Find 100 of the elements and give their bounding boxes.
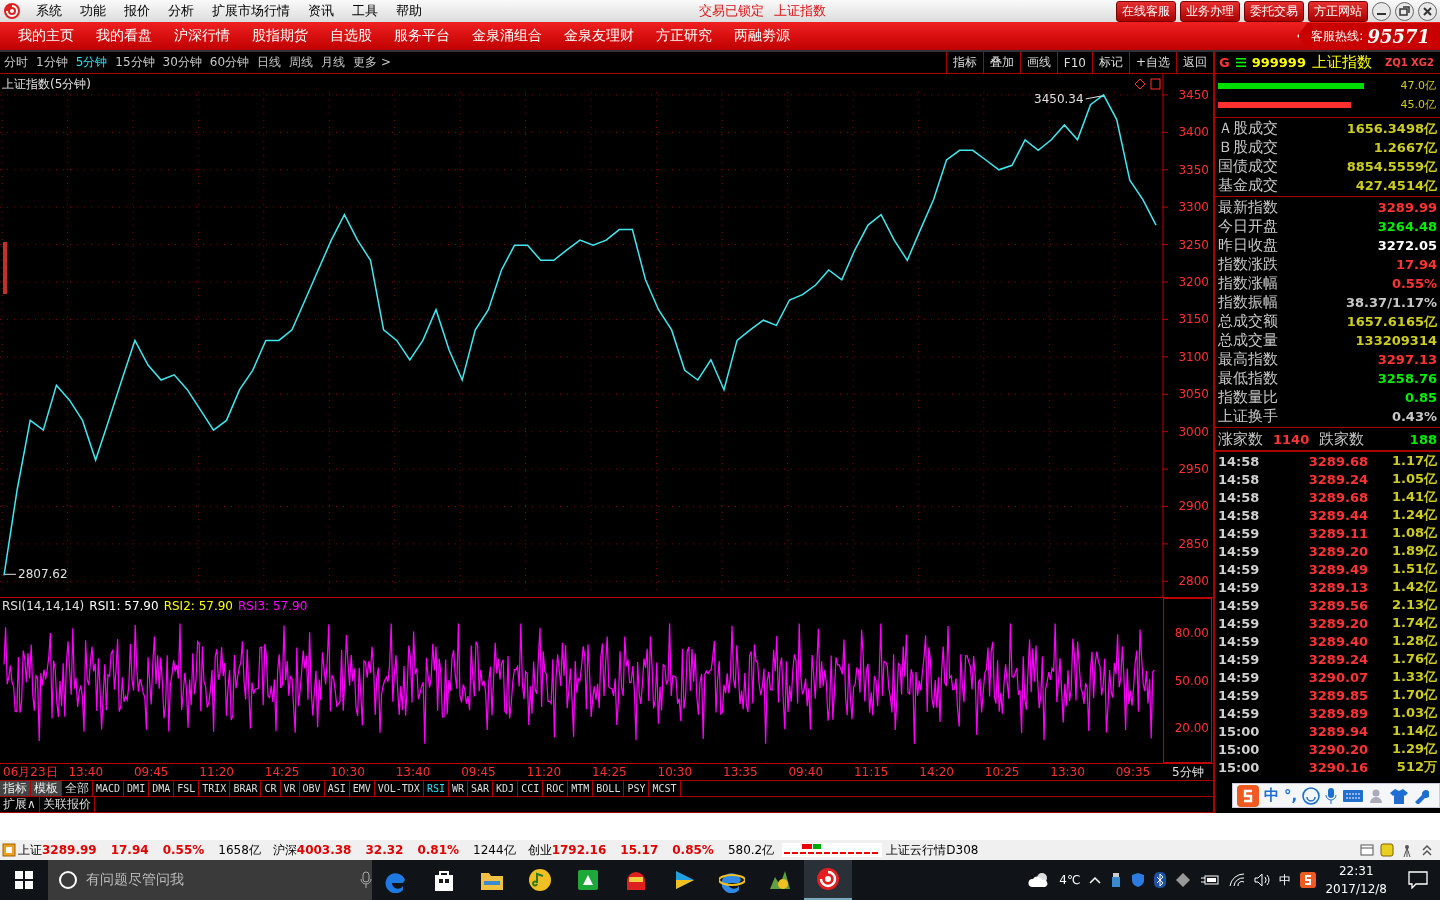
nav-tab[interactable]: 自选股	[319, 27, 383, 45]
indicator-tab[interactable]: MTM	[568, 781, 594, 796]
tool-button[interactable]: +自选	[1128, 52, 1176, 73]
indicator-tab[interactable]: DMA	[149, 781, 175, 796]
indicator-tab[interactable]: DMI	[124, 781, 150, 796]
indicator-tab[interactable]: ROC	[543, 781, 569, 796]
coin-icon[interactable]	[1380, 843, 1394, 857]
restore-icon[interactable]	[1395, 1, 1414, 21]
indicator-tab[interactable]: BOLL	[593, 781, 625, 796]
battery-icon[interactable]	[1200, 873, 1221, 887]
period-tab[interactable]: 分时	[0, 54, 32, 71]
toolbar-button[interactable]: 方正网站	[1308, 0, 1368, 22]
shirt-icon[interactable]	[1390, 787, 1409, 804]
indicator-tab[interactable]: MACD	[93, 781, 125, 796]
indicator-tab[interactable]: VOL-TDX	[374, 781, 424, 796]
menu-item[interactable]: 扩展市场行情	[203, 2, 299, 20]
microphone-icon[interactable]	[360, 871, 372, 889]
indicator-tab[interactable]: CR	[261, 781, 281, 796]
indicator-tab[interactable]: VR	[280, 781, 300, 796]
layout-icon[interactable]	[1360, 843, 1374, 857]
toolbar-button[interactable]: 在线客服	[1116, 0, 1176, 22]
panel-icon[interactable]	[1150, 78, 1161, 90]
indicator-tab[interactable]: TRIX	[199, 781, 231, 796]
nav-tab[interactable]: 股指期货	[241, 27, 319, 45]
diamond-icon[interactable]	[1134, 78, 1146, 90]
antenna-icon[interactable]	[1400, 843, 1414, 857]
window-icon[interactable]	[2, 843, 16, 857]
period-tab[interactable]: 1分钟	[32, 54, 72, 71]
microphone-icon[interactable]	[1325, 786, 1338, 805]
swirl-app-icon[interactable]	[815, 866, 841, 892]
volume-icon[interactable]	[1254, 873, 1271, 887]
menu-item[interactable]: 系统	[27, 2, 71, 20]
nav-tab[interactable]: 方正研究	[645, 27, 723, 45]
nav-tab[interactable]: 两融劵源	[723, 27, 801, 45]
period-tab[interactable]: 15分钟	[111, 54, 159, 71]
extra-tab[interactable]: 关联报价	[39, 797, 95, 812]
tool-button[interactable]: 叠加	[982, 52, 1020, 73]
nav-tab[interactable]: 我的看盘	[85, 27, 163, 45]
menu-item[interactable]: 功能	[71, 2, 115, 20]
indicator-tab[interactable]: PSY	[624, 781, 650, 796]
toolbar-button[interactable]: 业务办理	[1180, 0, 1240, 22]
indicator-tab[interactable]: OBV	[299, 781, 325, 796]
wrench-icon[interactable]	[1413, 787, 1430, 804]
menu-item[interactable]: 分析	[159, 2, 203, 20]
search-field[interactable]: 有问题尽管问我	[48, 860, 372, 900]
nav-tab[interactable]: 金泉友理财	[553, 27, 645, 45]
usb-icon[interactable]	[1110, 872, 1123, 888]
indicator-button[interactable]: 模板	[31, 781, 62, 796]
nav-tab[interactable]: 金泉涌组合	[461, 27, 553, 45]
notification-icon[interactable]	[1408, 871, 1428, 889]
indicator-tab[interactable]: RSI	[423, 781, 449, 796]
music-icon[interactable]	[527, 867, 553, 893]
keyboard-icon[interactable]	[1342, 788, 1365, 803]
minimize-icon[interactable]	[1372, 1, 1391, 21]
menu-item[interactable]: 资讯	[299, 2, 343, 20]
indicator-tab[interactable]: CCI	[518, 781, 544, 796]
ime-mode[interactable]: 中	[1264, 786, 1279, 805]
indicator-tab[interactable]: MCST	[649, 781, 681, 796]
tool-button[interactable]: 返回	[1176, 52, 1213, 73]
bluetooth-icon[interactable]	[1154, 872, 1167, 888]
ime-logo-icon[interactable]	[1300, 872, 1317, 888]
shield-icon[interactable]	[1131, 872, 1146, 888]
tool-button[interactable]: 指标	[945, 52, 983, 73]
menu-item[interactable]: 报价	[115, 2, 159, 20]
input-mode[interactable]: 中	[1279, 871, 1292, 889]
tool-button[interactable]: 画线	[1019, 52, 1057, 73]
chevrons-up-icon[interactable]	[1420, 843, 1434, 857]
indicator-tab[interactable]: SAR	[468, 781, 494, 796]
indicator-button[interactable]: 指标	[0, 781, 31, 796]
smiley-icon[interactable]	[1302, 786, 1321, 805]
period-tab[interactable]: 30分钟	[158, 54, 206, 71]
period-tab[interactable]: 更多 >	[349, 54, 395, 71]
close-icon[interactable]	[1418, 1, 1437, 21]
diamond-icon[interactable]	[1175, 872, 1192, 888]
menu-item[interactable]: 帮助	[387, 2, 431, 20]
tool-button[interactable]: F10	[1056, 52, 1092, 73]
menu-icon[interactable]	[1235, 58, 1246, 67]
windows-start-icon[interactable]	[15, 871, 33, 889]
period-tab[interactable]: 60分钟	[205, 54, 254, 71]
period-tab[interactable]: 日线	[253, 54, 286, 71]
extra-tab[interactable]: 扩展∧	[0, 797, 40, 812]
indicator-tab[interactable]: FSL	[174, 781, 200, 796]
period-tab[interactable]: 周线	[285, 54, 318, 71]
indicator-tab[interactable]: WR	[448, 781, 468, 796]
period-tab[interactable]: 月线	[317, 54, 350, 71]
indicator-tab[interactable]: 全部	[62, 781, 93, 796]
wifi-icon[interactable]	[1229, 873, 1246, 887]
indicator-tab[interactable]: BRAR	[230, 781, 262, 796]
clock[interactable]: 22:31 2017/12/8	[1325, 862, 1387, 898]
period-tab[interactable]: 5分钟	[71, 54, 112, 71]
indicator-tab[interactable]: KDJ	[493, 781, 519, 796]
menu-item[interactable]: 工具	[343, 2, 387, 20]
tool-button[interactable]: 标记	[1091, 52, 1129, 73]
nav-tab[interactable]: 沪深行情	[163, 27, 241, 45]
toolbar-button[interactable]: 委托交易	[1244, 0, 1304, 22]
indicator-tab[interactable]: ASI	[324, 781, 350, 796]
chevron-up-icon[interactable]	[1089, 876, 1102, 884]
nav-tab[interactable]: 服务平台	[383, 27, 461, 45]
scroll-handle[interactable]	[3, 242, 7, 294]
nav-tab[interactable]: 我的主页	[0, 27, 85, 45]
